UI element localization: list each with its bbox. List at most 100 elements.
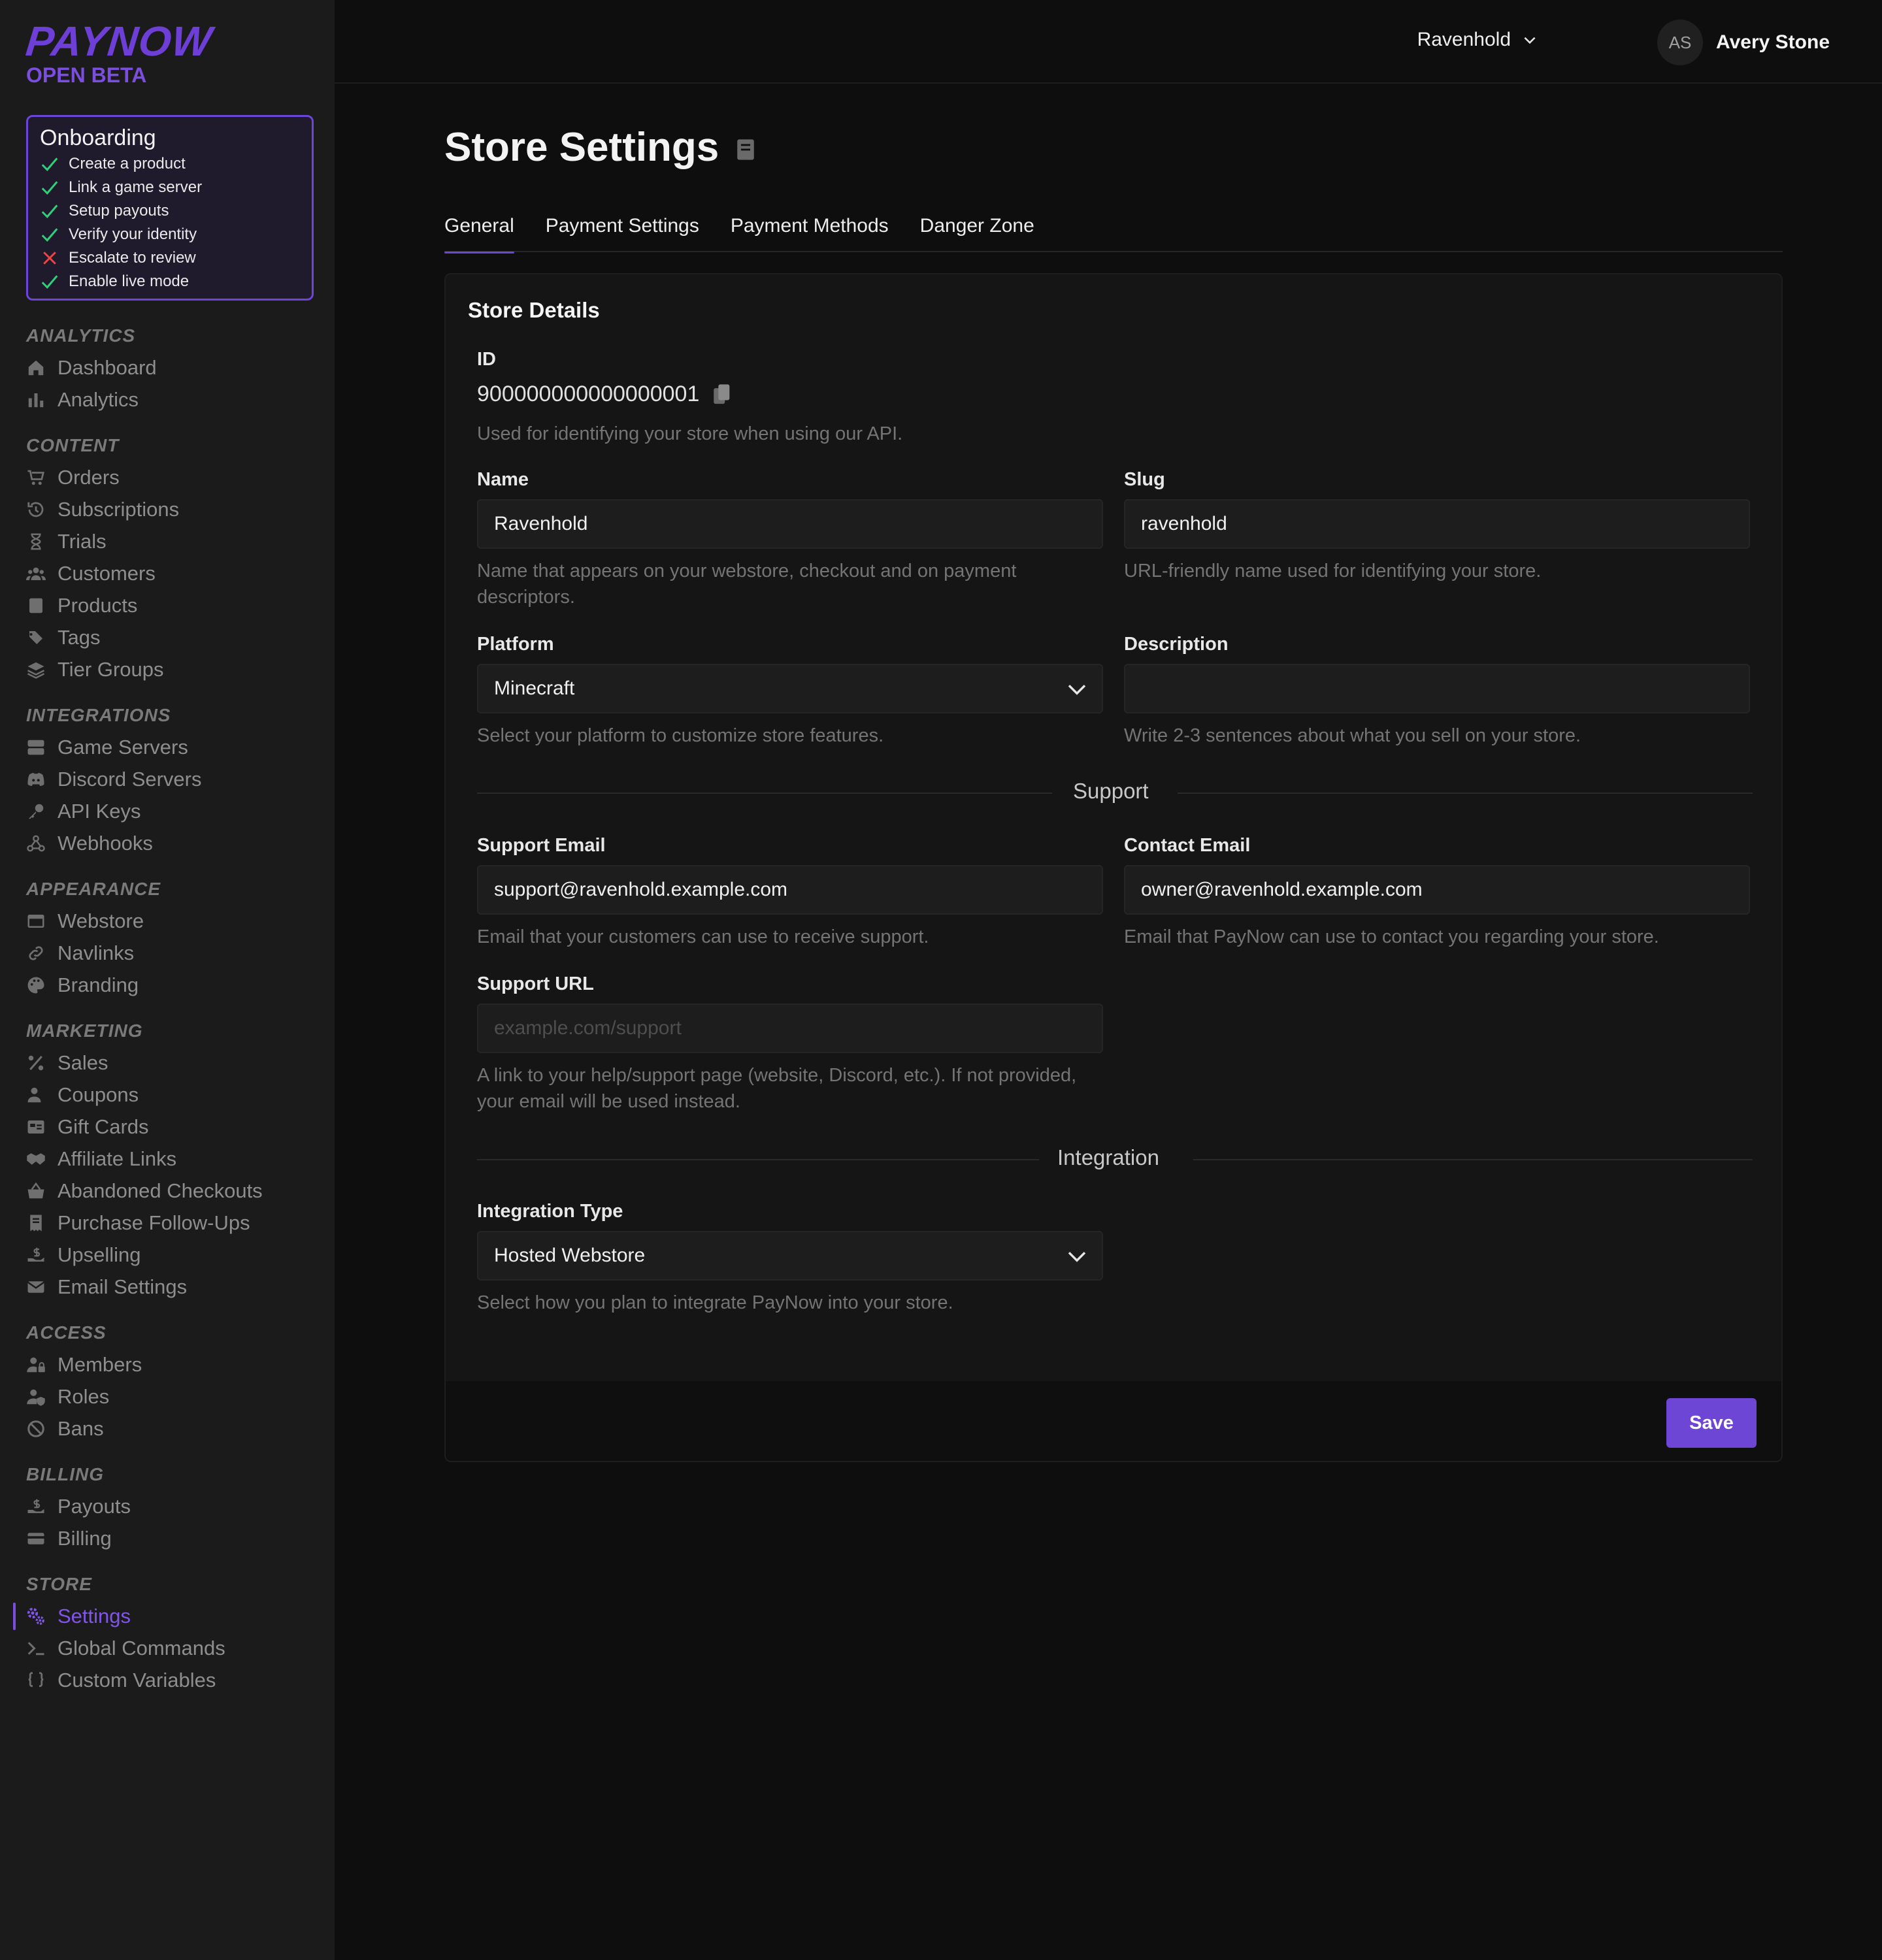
webhook-icon <box>27 835 45 851</box>
sidebar-item-game-servers[interactable]: Game Servers <box>26 731 320 763</box>
sidebar-item-label: API Keys <box>58 799 141 823</box>
handshake-icon <box>27 1152 45 1165</box>
sidebar-item-members[interactable]: Members <box>26 1348 320 1380</box>
sidebar-item-webstore[interactable]: Webstore <box>26 905 320 937</box>
integration-divider-label: Integration <box>1057 1145 1159 1169</box>
tags-icon <box>27 630 42 644</box>
slug-field[interactable]: ravenhold <box>1124 499 1750 549</box>
sidebar-item-billing[interactable]: Billing <box>26 1522 320 1554</box>
gears-icon <box>27 1607 44 1625</box>
name-field[interactable]: Ravenhold <box>477 499 1103 549</box>
user-lock-icon <box>27 1357 45 1372</box>
nav-section-appearance: APPEARANCE <box>26 879 161 899</box>
support-email-label: Support Email <box>477 835 606 856</box>
nav-section-access: ACCESS <box>26 1322 107 1343</box>
check-icon <box>41 157 58 171</box>
contact-email-field[interactable]: owner@ravenhold.example.com <box>1124 865 1750 915</box>
sidebar-item-dashboard[interactable]: Dashboard <box>26 351 320 384</box>
sidebar-item-navlinks[interactable]: Navlinks <box>26 937 320 969</box>
sidebar-item-global-commands[interactable]: Global Commands <box>26 1632 320 1664</box>
sidebar-item-api-keys[interactable]: API Keys <box>26 795 320 827</box>
onboarding-item[interactable]: Verify your identity <box>40 223 300 246</box>
key-icon <box>28 804 44 819</box>
sidebar-item-label: Billing <box>58 1526 112 1550</box>
sidebar-item-orders[interactable]: Orders <box>26 461 320 493</box>
integration-type-select[interactable]: Hosted Webstore <box>477 1231 1103 1281</box>
sidebar-item-email-settings[interactable]: Email Settings <box>26 1271 320 1303</box>
onboarding-item[interactable]: Link a game server <box>40 176 300 199</box>
page-title-text: Store Settings <box>444 125 719 170</box>
support-url-field[interactable]: example.com/support <box>477 1004 1103 1053</box>
store-switcher[interactable]: Ravenhold <box>1417 29 1538 51</box>
sidebar-item-tags[interactable]: Tags <box>26 621 320 653</box>
settings-tabs: General Payment Settings Payment Methods… <box>444 209 1783 253</box>
sidebar-item-label: Global Commands <box>58 1636 225 1659</box>
support-email-help: Email that your customers can use to rec… <box>477 926 929 947</box>
onboarding-item[interactable]: Setup payouts <box>40 199 300 223</box>
sidebar-item-custom-variables[interactable]: Custom Variables <box>26 1664 320 1696</box>
nav-section-content: CONTENT <box>26 435 120 455</box>
copy-icon[interactable] <box>712 384 732 406</box>
sidebar-item-gift-cards[interactable]: Gift Cards <box>26 1111 320 1143</box>
box-icon <box>29 598 42 613</box>
description-field[interactable] <box>1124 664 1750 713</box>
onboarding-item[interactable]: Create a product <box>40 152 300 176</box>
divider-line <box>477 1159 1039 1160</box>
sidebar-item-affiliate-links[interactable]: Affiliate Links <box>26 1143 320 1175</box>
sidebar-item-label: Roles <box>58 1384 110 1408</box>
sidebar-item-webhooks[interactable]: Webhooks <box>26 827 320 859</box>
nav-section-billing: BILLING <box>26 1464 104 1484</box>
tab-general[interactable]: General <box>444 209 514 253</box>
sidebar-item-analytics[interactable]: Analytics <box>26 384 320 416</box>
sidebar-item-coupons[interactable]: Coupons <box>26 1079 320 1111</box>
integration-type-label: Integration Type <box>477 1201 623 1222</box>
onboarding-title: Onboarding <box>40 125 156 150</box>
sidebar-item-label: Sales <box>58 1051 108 1074</box>
paynow-logo[interactable]: PAYNOW OPEN BETA <box>24 18 214 86</box>
onboarding-item-label: Create a product <box>69 155 186 172</box>
sidebar-item-purchase-follow-ups[interactable]: Purchase Follow-Ups <box>26 1207 320 1239</box>
save-button[interactable]: Save <box>1666 1398 1757 1448</box>
onboarding-item[interactable]: Escalate to review <box>40 246 300 270</box>
sidebar-item-label: Subscriptions <box>58 497 180 521</box>
sidebar-item-label: Gift Cards <box>58 1115 149 1138</box>
sidebar-item-subscriptions[interactable]: Subscriptions <box>26 493 320 525</box>
store-switcher-label: Ravenhold <box>1417 29 1511 50</box>
sidebar-item-bans[interactable]: Bans <box>26 1413 320 1445</box>
basket-icon <box>27 1182 44 1198</box>
braces-icon <box>28 1671 44 1687</box>
sidebar-item-settings[interactable]: Settings <box>13 1600 320 1632</box>
onboarding-item[interactable]: Enable live mode <box>40 270 300 293</box>
chevron-down-icon <box>1068 1252 1086 1262</box>
book-icon[interactable] <box>736 139 755 161</box>
sidebar-item-abandoned-checkouts[interactable]: Abandoned Checkouts <box>26 1175 320 1207</box>
sidebar-item-roles[interactable]: Roles <box>26 1380 320 1413</box>
sidebar-item-payouts[interactable]: Payouts <box>26 1490 320 1522</box>
sidebar-item-upselling[interactable]: Upselling <box>26 1239 320 1271</box>
platform-select[interactable]: Minecraft <box>477 664 1103 713</box>
sidebar-item-tier-groups[interactable]: Tier Groups <box>26 653 320 685</box>
user-menu[interactable]: AS Avery Stone <box>1657 20 1830 65</box>
link-icon <box>29 945 43 960</box>
user-name: Avery Stone <box>1716 31 1830 53</box>
sidebar-item-branding[interactable]: Branding <box>26 969 320 1001</box>
window-icon <box>27 914 44 928</box>
description-help: Write 2-3 sentences about what you sell … <box>1124 725 1581 746</box>
card-footer: Save <box>446 1381 1781 1461</box>
sidebar-item-discord-servers[interactable]: Discord Servers <box>26 763 320 795</box>
tab-payment-methods[interactable]: Payment Methods <box>731 209 889 252</box>
onboarding-item-label: Escalate to review <box>69 249 196 267</box>
sidebar-item-customers[interactable]: Customers <box>26 557 320 589</box>
support-divider-label: Support <box>1073 779 1149 803</box>
sidebar-item-trials[interactable]: Trials <box>26 525 320 557</box>
support-url-label: Support URL <box>477 973 594 994</box>
store-id: 900000000000000001 <box>477 382 732 407</box>
support-email-field[interactable]: support@ravenhold.example.com <box>477 865 1103 915</box>
server-icon <box>27 740 44 755</box>
sidebar-item-products[interactable]: Products <box>26 589 320 621</box>
sidebar-item-label: Payouts <box>58 1494 131 1518</box>
tab-danger-zone[interactable]: Danger Zone <box>920 209 1034 252</box>
user-shield-icon <box>27 1389 45 1406</box>
sidebar-item-sales[interactable]: Sales <box>26 1047 320 1079</box>
tab-payment-settings[interactable]: Payment Settings <box>546 209 699 252</box>
